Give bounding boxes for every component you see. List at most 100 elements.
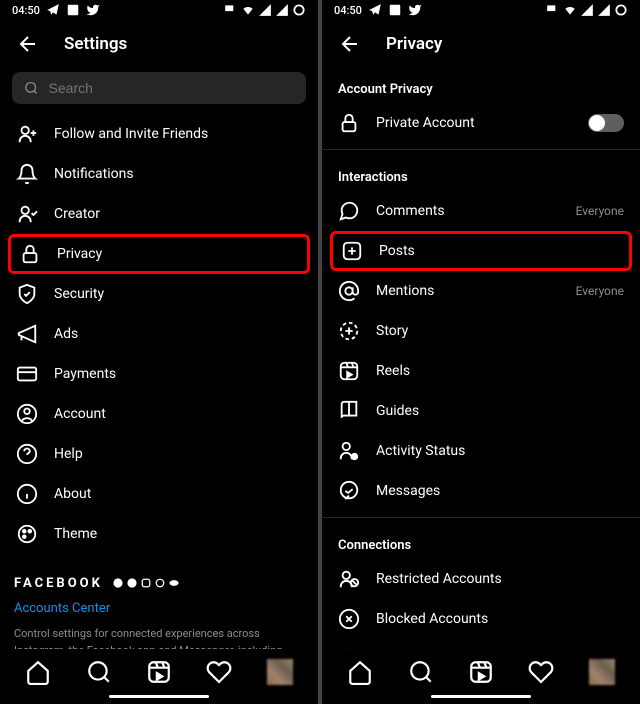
item-value: Everyone: [576, 284, 624, 298]
item-label: Theme: [54, 526, 302, 542]
facebook-section: FACEBOOK Accounts Center Control setting…: [0, 554, 318, 649]
restricted-item[interactable]: Restricted Accounts: [322, 559, 640, 599]
about-item[interactable]: About: [0, 474, 318, 514]
bottom-nav: [0, 649, 318, 691]
restricted-icon: [338, 568, 360, 590]
nav-profile[interactable]: [267, 659, 293, 685]
search-box[interactable]: [12, 72, 306, 104]
search-input[interactable]: [49, 80, 294, 96]
item-label: Notifications: [54, 166, 302, 182]
person-add-icon: [16, 123, 38, 145]
help-item[interactable]: Help: [0, 434, 318, 474]
follow-invite-item[interactable]: Follow and Invite Friends: [0, 114, 318, 154]
section-title: Account Privacy: [322, 68, 640, 103]
signal2-icon: [275, 3, 289, 17]
posts-item[interactable]: Posts: [330, 231, 632, 271]
help-icon: [16, 443, 38, 465]
comments-item[interactable]: Comments Everyone: [322, 191, 640, 231]
item-label: Restricted Accounts: [376, 571, 624, 587]
comment-icon: [338, 200, 360, 222]
privacy-header: Privacy: [322, 20, 640, 68]
nav-reels[interactable]: [146, 659, 172, 685]
back-button[interactable]: [16, 32, 40, 56]
payments-item[interactable]: Payments: [0, 354, 318, 394]
item-label: Account: [54, 406, 302, 422]
item-label: Comments: [376, 203, 560, 219]
mentions-item[interactable]: Mentions Everyone: [322, 271, 640, 311]
section-title: Interactions: [322, 156, 640, 191]
messages-item[interactable]: Messages: [322, 471, 640, 511]
telegram-icon: [46, 3, 60, 17]
messenger-icon: [127, 578, 137, 588]
reels-item[interactable]: Reels: [322, 351, 640, 391]
home-indicator: [431, 695, 531, 698]
page-title: Settings: [64, 34, 127, 54]
activity-icon: [338, 440, 360, 462]
notifications-item[interactable]: Notifications: [0, 154, 318, 194]
lock-icon: [19, 243, 41, 265]
fb-app-icons: [113, 578, 179, 588]
story-icon: [338, 320, 360, 342]
info-icon: [16, 483, 38, 505]
nav-activity[interactable]: [206, 659, 232, 685]
twitter-icon: [408, 3, 422, 17]
back-button[interactable]: [338, 32, 362, 56]
private-account-item[interactable]: Private Account: [322, 103, 640, 143]
item-label: Private Account: [376, 115, 572, 131]
circle-icon: [614, 3, 628, 17]
image-icon: [388, 3, 402, 17]
nav-reels[interactable]: [468, 659, 494, 685]
signal-icon: [258, 3, 272, 17]
status-bar: 04:50: [322, 0, 640, 20]
item-label: Mentions: [376, 283, 560, 299]
telegram-icon: [368, 3, 382, 17]
item-label: Messages: [376, 483, 624, 499]
security-item[interactable]: Security: [0, 274, 318, 314]
guides-item[interactable]: Guides: [322, 391, 640, 431]
creator-item[interactable]: Creator: [0, 194, 318, 234]
twitter-icon: [86, 3, 100, 17]
creator-icon: [16, 203, 38, 225]
settings-header: Settings: [0, 20, 318, 68]
profile-avatar: [589, 659, 615, 685]
nav-home[interactable]: [347, 659, 373, 685]
nav-search[interactable]: [86, 659, 112, 685]
item-label: Activity Status: [376, 443, 624, 459]
privacy-item[interactable]: Privacy: [8, 234, 310, 274]
item-label: Posts: [379, 243, 621, 259]
profile-avatar: [267, 659, 293, 685]
account-item[interactable]: Account: [0, 394, 318, 434]
facebook-description: Control settings for connected experienc…: [14, 626, 304, 649]
item-label: Blocked Accounts: [376, 611, 624, 627]
item-label: Security: [54, 286, 302, 302]
item-label: Payments: [54, 366, 302, 382]
theme-item[interactable]: Theme: [0, 514, 318, 554]
signal2-icon: [597, 3, 611, 17]
item-label: Story: [376, 323, 624, 339]
nav-activity[interactable]: [528, 659, 554, 685]
nav-search[interactable]: [408, 659, 434, 685]
activity-status-item[interactable]: Activity Status: [322, 431, 640, 471]
private-toggle[interactable]: [588, 114, 624, 132]
posts-icon: [341, 240, 363, 262]
guides-icon: [338, 400, 360, 422]
accounts-center-link[interactable]: Accounts Center: [14, 601, 304, 616]
muted-item[interactable]: Muted Accounts: [322, 639, 640, 649]
story-item[interactable]: Story: [322, 311, 640, 351]
nav-profile[interactable]: [589, 659, 615, 685]
blocked-item[interactable]: Blocked Accounts: [322, 599, 640, 639]
section-title: Connections: [322, 524, 640, 559]
ads-item[interactable]: Ads: [0, 314, 318, 354]
signal-icon: [580, 3, 594, 17]
circle-icon: [292, 3, 306, 17]
theme-icon: [16, 523, 38, 545]
search-icon: [24, 80, 39, 96]
blocked-icon: [338, 608, 360, 630]
item-label: About: [54, 486, 302, 502]
facebook-title: FACEBOOK: [14, 576, 103, 591]
item-label: Reels: [376, 363, 624, 379]
instagram-icon: [141, 578, 151, 588]
nav-home[interactable]: [25, 659, 51, 685]
status-time: 04:50: [12, 4, 40, 17]
item-label: Privacy: [57, 246, 299, 262]
